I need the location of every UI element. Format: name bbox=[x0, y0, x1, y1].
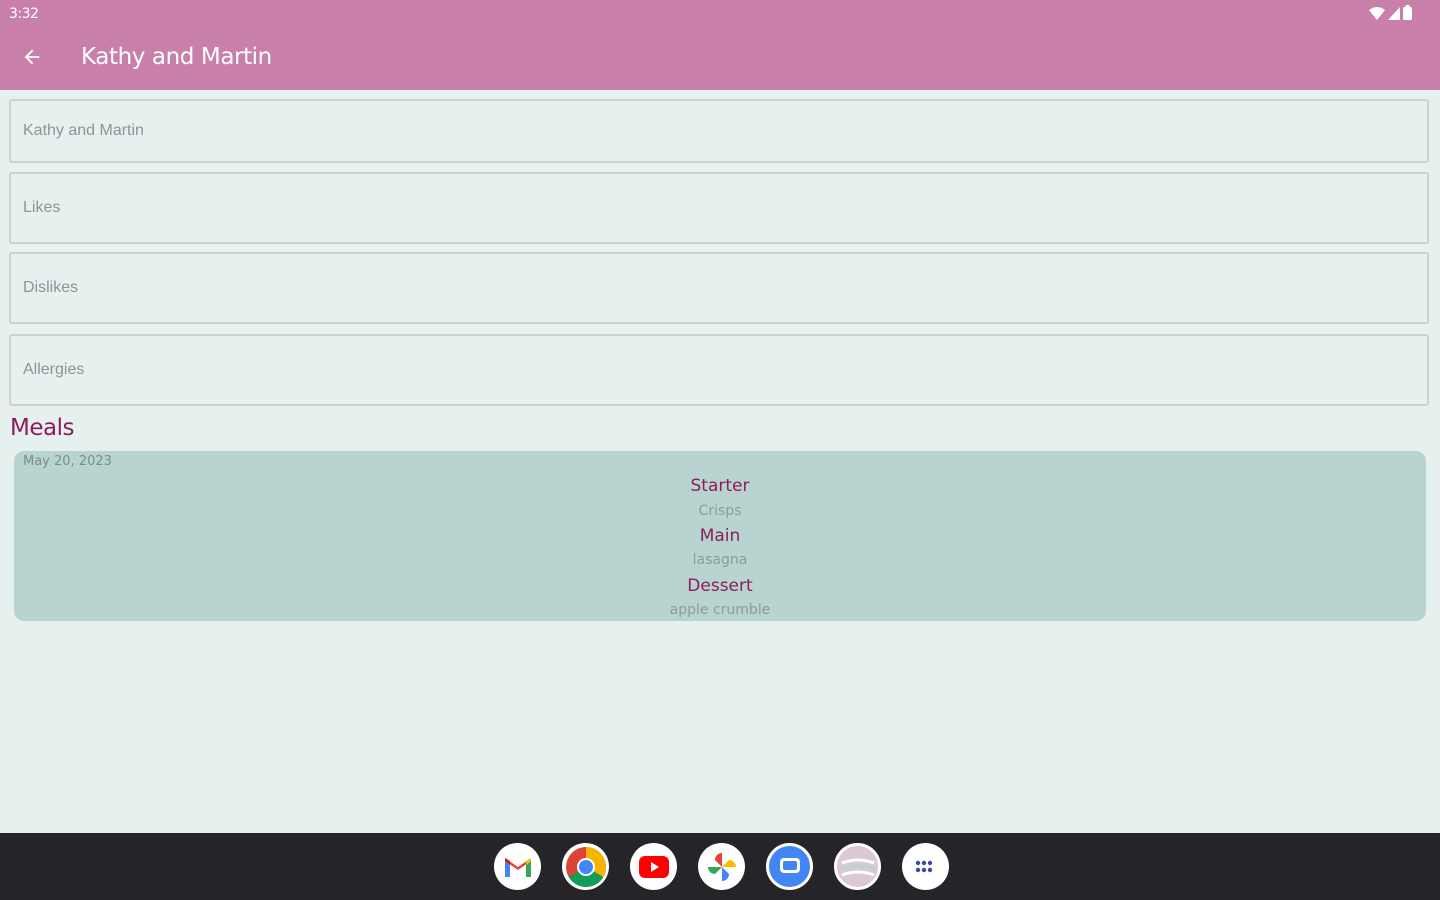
dessert-label: Dessert bbox=[687, 576, 753, 596]
signal-icon bbox=[1388, 5, 1400, 24]
name-field[interactable] bbox=[9, 99, 1429, 163]
nav-bar bbox=[0, 833, 1440, 900]
gmail-icon[interactable] bbox=[494, 843, 541, 890]
arrow-left-icon bbox=[21, 46, 43, 72]
dislikes-field[interactable] bbox=[9, 252, 1429, 324]
status-icons bbox=[1369, 4, 1412, 24]
starter-label: Starter bbox=[690, 476, 750, 496]
battery-icon bbox=[1403, 4, 1412, 24]
app-drawer-icon[interactable] bbox=[902, 843, 949, 890]
messages-icon[interactable] bbox=[766, 843, 813, 890]
app-dock bbox=[494, 843, 949, 890]
back-button[interactable] bbox=[14, 41, 50, 77]
photos-icon[interactable] bbox=[698, 843, 745, 890]
meals-section-title: Meals bbox=[10, 415, 74, 441]
page-title: Kathy and Martin bbox=[81, 44, 272, 70]
youtube-icon[interactable] bbox=[630, 843, 677, 890]
dessert-value: apple crumble bbox=[669, 602, 771, 618]
wifi-icon bbox=[1369, 5, 1385, 24]
main-value: lasagna bbox=[692, 552, 748, 568]
main-label: Main bbox=[699, 526, 741, 546]
starter-value: Crisps bbox=[698, 503, 742, 519]
app-icon[interactable] bbox=[834, 843, 881, 890]
app-bar: 3:32 Kathy and Martin bbox=[0, 0, 1440, 90]
chrome-icon[interactable] bbox=[562, 843, 609, 890]
meal-date: May 20, 2023 bbox=[23, 454, 112, 469]
meal-card[interactable]: May 20, 2023 Starter Crisps Main lasagna… bbox=[14, 451, 1426, 621]
allergies-field[interactable] bbox=[9, 334, 1429, 406]
status-time: 3:32 bbox=[9, 6, 39, 22]
likes-field[interactable] bbox=[9, 172, 1429, 244]
